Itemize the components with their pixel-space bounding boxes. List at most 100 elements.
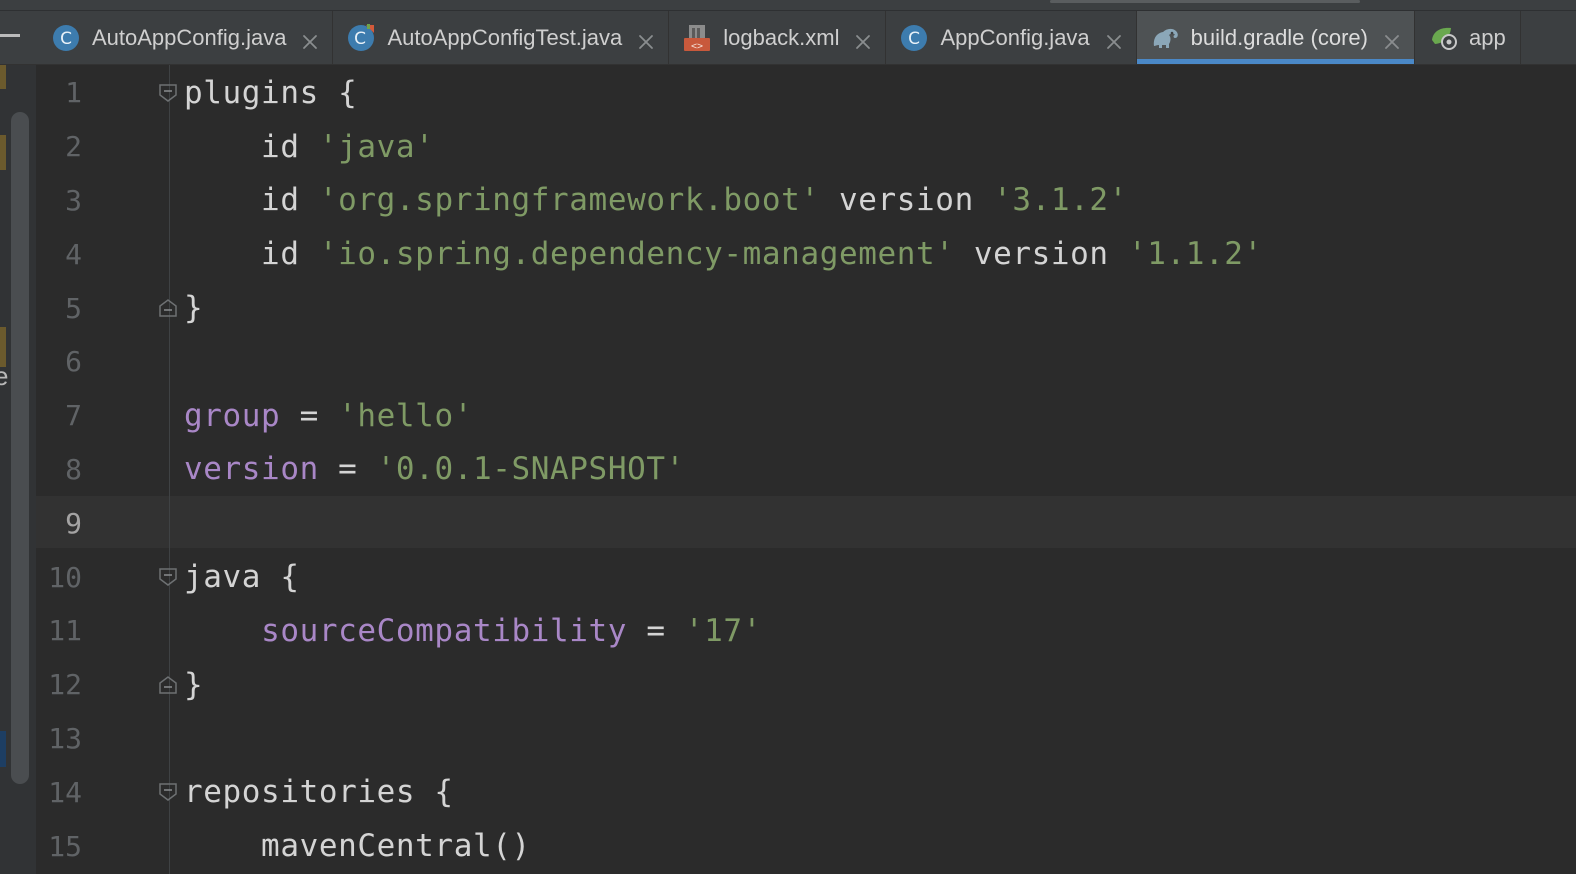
line-number: 14 <box>48 775 82 809</box>
property-name: group <box>184 397 281 434</box>
fold-end-icon[interactable] <box>158 298 178 318</box>
tab-bar-collapse-handle[interactable] <box>0 34 20 37</box>
code-line[interactable]: 9 <box>0 496 1576 550</box>
ide-window: C AutoAppConfig.java C AutoAppConfigTest.ja… <box>0 0 1576 874</box>
editor-tab-1[interactable]: C AutoAppConfigTest.java <box>333 11 670 64</box>
code-token: version <box>819 182 994 219</box>
svg-text:<>: <> <box>691 41 703 52</box>
line-number: 1 <box>65 76 82 110</box>
code-token: id <box>184 182 319 219</box>
close-tab-icon[interactable] <box>638 30 654 49</box>
java-class-icon: C <box>900 24 928 52</box>
gradle-elephant-icon <box>1151 24 1179 52</box>
editor-tab-5[interactable]: app <box>1415 11 1521 64</box>
line-number: 10 <box>48 560 82 594</box>
string-literal: 'java' <box>318 128 435 165</box>
property-name: version <box>184 451 319 488</box>
editor-tab-0[interactable]: C AutoAppConfig.java <box>38 11 334 64</box>
line-number: 6 <box>65 345 82 379</box>
line-number: 7 <box>65 399 82 433</box>
xml-file-icon: <> <box>683 24 711 52</box>
code-line[interactable]: 6 <box>0 335 1576 389</box>
code-line[interactable]: 5} <box>0 281 1576 335</box>
editor-tab-bar: C AutoAppConfig.java C AutoAppConfigTest.ja… <box>0 0 1576 65</box>
code-token: } <box>184 666 204 703</box>
code-token: repositories { <box>184 774 454 811</box>
code-text: repositories { <box>184 774 454 810</box>
tab-label: app <box>1468 24 1506 50</box>
editor-tabs: C AutoAppConfig.java C AutoAppConfigTest.ja… <box>38 11 1521 64</box>
tab-label: logback.xml <box>723 24 840 50</box>
code-text: id 'io.spring.dependency-management' ver… <box>184 236 1263 272</box>
line-number: 12 <box>48 668 82 702</box>
tab-label: AutoAppConfigTest.java <box>387 24 623 50</box>
tab-label: build.gradle (core) <box>1190 24 1368 50</box>
code-editor[interactable]: 1 plugins {2 id 'java' 3 id 'org.springfra… <box>0 66 1576 873</box>
fold-end-icon[interactable] <box>158 675 178 695</box>
code-text: id 'java' <box>184 129 434 165</box>
code-line[interactable]: 14 repositories { <box>0 765 1576 819</box>
line-number: 4 <box>65 237 82 271</box>
code-line[interactable]: 2 id 'java' <box>0 120 1576 174</box>
java-class-icon: C <box>52 24 80 52</box>
java-test-class-icon: C <box>347 23 375 52</box>
string-literal: '17' <box>684 612 762 649</box>
close-tab-icon[interactable] <box>1384 30 1400 49</box>
close-tab-icon[interactable] <box>302 30 318 49</box>
code-text: id 'org.springframework.boot' version '3… <box>184 182 1128 218</box>
line-number: 13 <box>48 721 82 755</box>
editor-tab-2[interactable]: <> logback.xml <box>669 11 887 64</box>
code-line[interactable]: 12} <box>0 658 1576 712</box>
line-number: 15 <box>48 829 82 863</box>
svg-text:C: C <box>60 29 72 49</box>
code-text: sourceCompatibility = '17' <box>184 613 762 649</box>
code-line[interactable]: 10 java { <box>0 550 1576 604</box>
svg-text:C: C <box>355 29 367 49</box>
code-text: java { <box>184 559 300 595</box>
editor-tab-3[interactable]: C AppConfig.java <box>886 11 1137 64</box>
code-text: plugins { <box>184 75 357 111</box>
code-line[interactable]: 8 version = '0.0.1-SNAPSHOT' <box>0 443 1576 497</box>
code-token: } <box>184 290 204 327</box>
close-tab-icon[interactable] <box>1106 30 1122 49</box>
code-token: mavenCentral() <box>184 828 531 865</box>
code-line[interactable]: 15 mavenCentral() <box>0 819 1576 873</box>
code-text: group = 'hello' <box>184 398 473 434</box>
spring-properties-icon <box>1429 24 1457 52</box>
code-line[interactable]: 4 id 'io.spring.dependency-management' v… <box>0 227 1576 281</box>
code-text: } <box>184 290 203 326</box>
code-token: = <box>318 451 377 488</box>
code-line[interactable]: 11 sourceCompatibility = '17' <box>0 604 1576 658</box>
tab-label: AutoAppConfig.java <box>92 24 287 50</box>
fold-collapse-icon[interactable] <box>158 782 178 802</box>
tab-label: AppConfig.java <box>940 24 1090 50</box>
code-line[interactable]: 7 group = 'hello' <box>0 389 1576 443</box>
close-tab-icon[interactable] <box>855 30 871 49</box>
line-number: 2 <box>65 130 82 164</box>
fold-collapse-icon[interactable] <box>158 567 178 587</box>
svg-text:C: C <box>909 29 921 49</box>
editor-tab-4[interactable]: build.gradle (core) <box>1136 11 1415 64</box>
line-number: 8 <box>65 452 82 486</box>
code-token: = <box>280 397 339 434</box>
property-name: sourceCompatibility <box>261 612 628 649</box>
string-literal: 'io.spring.dependency-management' <box>318 236 955 273</box>
string-literal: '3.1.2' <box>993 182 1128 219</box>
string-literal: '1.1.2' <box>1127 236 1263 273</box>
tab-bar-scroll-thumb[interactable] <box>1050 0 1360 3</box>
line-number: 11 <box>48 614 82 648</box>
line-number: 5 <box>65 291 82 325</box>
string-literal: '0.0.1-SNAPSHOT' <box>376 451 685 488</box>
code-line[interactable]: 13 <box>0 712 1576 766</box>
line-number: 3 <box>65 183 82 217</box>
code-token: id <box>184 128 319 165</box>
code-text: } <box>184 667 203 703</box>
fold-collapse-icon[interactable] <box>158 83 178 103</box>
code-token: = <box>627 612 685 649</box>
code-line[interactable]: 3 id 'org.springframework.boot' version … <box>0 174 1576 228</box>
code-token: id <box>184 236 319 273</box>
code-line[interactable]: 1 plugins { <box>0 66 1576 120</box>
code-token: version <box>954 236 1128 273</box>
line-number: 9 <box>65 506 82 540</box>
